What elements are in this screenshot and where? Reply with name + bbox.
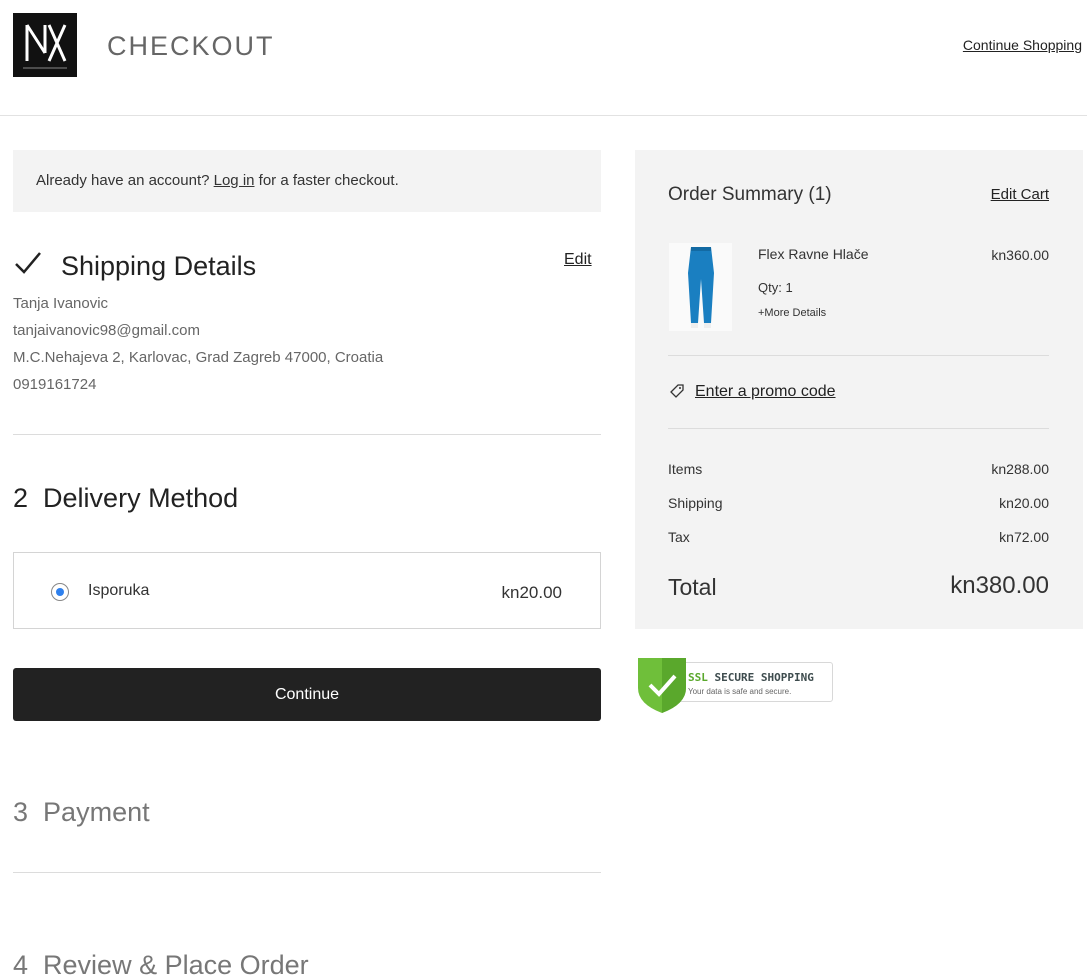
ssl-badge-heading: SSL SECURE SHOPPING bbox=[688, 671, 814, 684]
shield-check-icon bbox=[638, 658, 686, 713]
review-step-title[interactable]: 4 Review & Place Order bbox=[13, 950, 309, 975]
product-thumbnail[interactable] bbox=[669, 243, 732, 331]
summary-divider bbox=[668, 355, 1049, 356]
account-login-banner: Already have an account? Log in for a fa… bbox=[13, 150, 601, 212]
step-label: Payment bbox=[43, 797, 150, 827]
shipping-details-title: Shipping Details bbox=[61, 251, 257, 281]
order-summary-title: Order Summary (1) bbox=[668, 184, 832, 205]
more-details-toggle[interactable]: +More Details bbox=[758, 307, 826, 319]
items-value: kn288.00 bbox=[991, 461, 1049, 477]
delivery-option-radio[interactable] bbox=[51, 583, 69, 601]
summary-divider bbox=[668, 428, 1049, 429]
account-prompt-suffix: for a faster checkout. bbox=[254, 172, 399, 189]
shipping-value: kn20.00 bbox=[999, 495, 1049, 511]
tag-icon bbox=[670, 384, 684, 398]
step-number: 4 bbox=[13, 950, 29, 975]
product-price: kn360.00 bbox=[991, 247, 1049, 263]
tax-value: kn72.00 bbox=[999, 529, 1049, 545]
step-label: Review & Place Order bbox=[43, 950, 309, 975]
page-header: CHECKOUT Continue Shopping bbox=[0, 0, 1087, 116]
step-label: Delivery Method bbox=[43, 483, 239, 513]
continue-button[interactable]: Continue bbox=[13, 668, 601, 721]
section-divider bbox=[13, 434, 601, 435]
ssl-secure-badge: SSL SECURE SHOPPING Your data is safe an… bbox=[636, 656, 834, 714]
ssl-badge-accent: SSL bbox=[688, 671, 708, 684]
shipping-email: tanjaivanovic98@gmail.com bbox=[13, 322, 200, 339]
product-quantity: Qty: 1 bbox=[758, 280, 793, 295]
shipping-info: Tanja Ivanovic tanjaivanovic98@gmail.com… bbox=[13, 290, 383, 398]
login-link[interactable]: Log in bbox=[214, 172, 255, 189]
shipping-phone: 0919161724 bbox=[13, 376, 97, 393]
page-title: CHECKOUT bbox=[107, 31, 275, 61]
total-label: Total bbox=[668, 574, 717, 600]
ssl-badge-subtext: Your data is safe and secure. bbox=[688, 687, 792, 696]
shipping-name: Tanja Ivanovic bbox=[13, 295, 109, 312]
order-summary-panel: Order Summary (1) Edit Cart Flex Ravne H… bbox=[635, 150, 1083, 629]
brand-logo-mark bbox=[23, 24, 67, 69]
ssl-badge-heading-text: SECURE SHOPPING bbox=[707, 671, 814, 684]
tax-label: Tax bbox=[668, 529, 690, 545]
check-icon bbox=[15, 252, 41, 274]
shipping-label: Shipping bbox=[668, 495, 723, 511]
product-name: Flex Ravne Hlače bbox=[758, 246, 869, 262]
items-label: Items bbox=[668, 461, 703, 477]
total-value: kn380.00 bbox=[950, 572, 1049, 599]
account-prompt-text: Already have an account? bbox=[36, 172, 214, 189]
edit-shipping-button[interactable]: Edit bbox=[564, 251, 592, 269]
delivery-option[interactable]: Isporuka kn20.00 bbox=[13, 552, 601, 629]
delivery-method-title: 2 Delivery Method bbox=[13, 483, 238, 514]
section-divider bbox=[13, 872, 601, 873]
payment-step-title[interactable]: 3 Payment bbox=[13, 797, 150, 828]
shipping-address: M.C.Nehajeva 2, Karlovac, Grad Zagreb 47… bbox=[13, 349, 384, 366]
delivery-option-price: kn20.00 bbox=[501, 583, 563, 602]
ssl-badge-box: SSL SECURE SHOPPING Your data is safe an… bbox=[676, 662, 833, 702]
product-image bbox=[688, 247, 714, 328]
step-number: 2 bbox=[13, 483, 29, 513]
continue-shopping-link[interactable]: Continue Shopping bbox=[963, 37, 1082, 53]
delivery-option-label: Isporuka bbox=[88, 582, 150, 599]
step-number: 3 bbox=[13, 797, 29, 827]
brand-logo[interactable] bbox=[13, 13, 77, 77]
promo-code-link[interactable]: Enter a promo code bbox=[695, 383, 836, 401]
edit-cart-link[interactable]: Edit Cart bbox=[991, 186, 1049, 203]
